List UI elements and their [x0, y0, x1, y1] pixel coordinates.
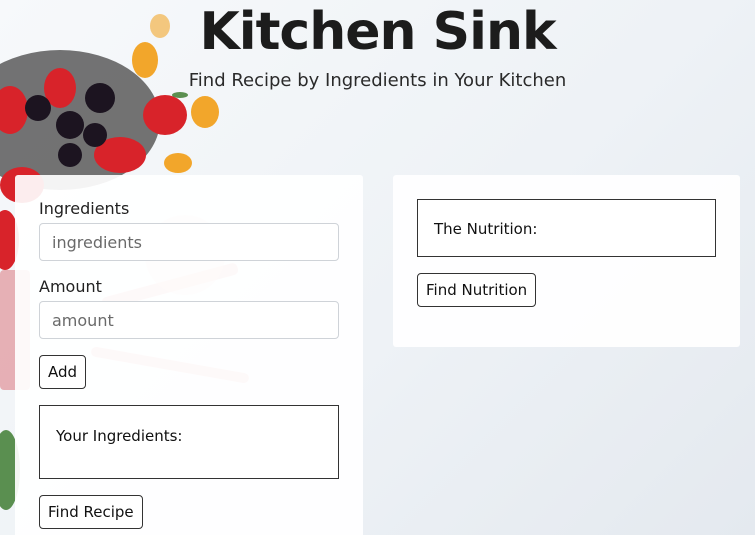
app-title: Kitchen Sink	[199, 2, 556, 62]
ingredients-panel: Ingredients Amount Add Your Ingredients:…	[15, 175, 363, 535]
ingredients-label: Ingredients	[39, 199, 130, 218]
nutrition-panel: The Nutrition: Find Nutrition	[393, 175, 740, 347]
amount-input[interactable]	[39, 301, 339, 339]
your-ingredients-box: Your Ingredients:	[39, 405, 339, 479]
ingredients-input[interactable]	[39, 223, 339, 261]
amount-label: Amount	[39, 277, 102, 296]
nutrition-label: The Nutrition:	[434, 220, 538, 238]
add-button[interactable]: Add	[39, 355, 87, 389]
find-recipe-button[interactable]: Find Recipe	[39, 495, 143, 529]
find-nutrition-button[interactable]: Find Nutrition	[417, 273, 537, 307]
nutrition-box: The Nutrition:	[417, 199, 716, 257]
your-ingredients-label: Your Ingredients:	[56, 427, 183, 445]
app-subtitle: Find Recipe by Ingredients in Your Kitch…	[188, 70, 567, 91]
